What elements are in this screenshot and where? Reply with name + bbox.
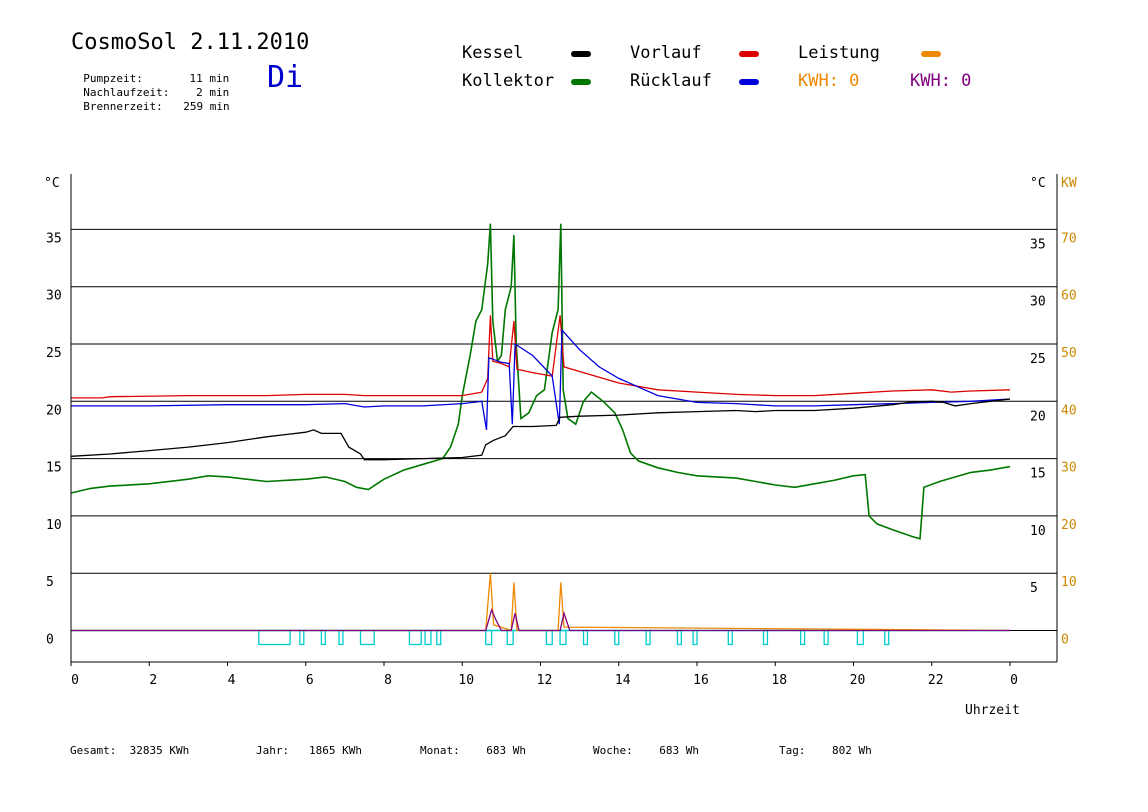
y-tick-label-right: 20 <box>1030 409 1046 424</box>
pump-interval <box>258 629 291 646</box>
footer-gesamt-label: Gesamt: <box>70 744 117 757</box>
y2-tick-label: 0 <box>1061 633 1069 648</box>
footer-tag: Tag: 802 Wh <box>779 744 872 757</box>
y-tick-label: 35 <box>46 231 62 246</box>
y2-axis-unit: KW <box>1061 176 1077 191</box>
pump-interval <box>408 629 422 646</box>
x-tick-label: 0 <box>71 673 79 688</box>
footer-tag-label: Tag: <box>779 744 806 757</box>
y2-tick-label: 50 <box>1061 346 1077 361</box>
y2-tick-label: 30 <box>1061 461 1077 476</box>
y-tick-label-right: 35 <box>1030 237 1046 252</box>
pump-interval <box>338 629 344 646</box>
y2-tick-label: 40 <box>1061 403 1077 418</box>
pump-interval <box>582 629 589 646</box>
x-tick-label: 0 <box>1010 673 1018 688</box>
x-tick-label: 10 <box>458 673 474 688</box>
series-line-kwh2 <box>71 607 1010 632</box>
pump-interval <box>506 629 514 646</box>
footer-jahr: Jahr: 1865 KWh <box>256 744 362 757</box>
y-tick-label-right: 30 <box>1030 295 1046 310</box>
footer-tag-value: 802 Wh <box>832 744 872 757</box>
footer-monat-label: Monat: <box>420 744 460 757</box>
y-tick-label-right: 10 <box>1030 524 1046 539</box>
x-axis-unit-label: Uhrzeit <box>965 703 1020 718</box>
y-tick-label: 20 <box>46 403 62 418</box>
pump-interval <box>545 629 553 646</box>
pump-interval <box>559 629 567 646</box>
pump-interval <box>823 629 829 646</box>
x-tick-label: 22 <box>928 673 944 688</box>
y-tick-label: 25 <box>46 346 62 361</box>
x-tick-label: 18 <box>771 673 787 688</box>
x-tick-label: 2 <box>149 673 157 688</box>
series-line-leistung <box>71 573 1011 632</box>
temperature-chart: 05 510 1015 1520 2025 2530 3035 350102030405060… <box>44 174 1077 718</box>
y2-tick-label: 20 <box>1061 518 1077 533</box>
y-tick-label: 30 <box>46 289 62 304</box>
pump-interval <box>485 629 493 646</box>
y2-tick-label: 10 <box>1061 575 1077 590</box>
pump-interval <box>436 629 442 646</box>
pump-interval <box>727 629 733 646</box>
y-tick-label-right: 5 <box>1030 581 1038 596</box>
x-tick-label: 4 <box>228 673 236 688</box>
x-tick-label: 6 <box>306 673 314 688</box>
footer-jahr-label: Jahr: <box>256 744 290 757</box>
footer-gesamt-value: 32835 KWh <box>129 744 190 757</box>
y-tick-label: 10 <box>46 518 62 533</box>
y-tick-label-right: 15 <box>1030 467 1046 482</box>
footer-monat-value: 683 Wh <box>486 744 526 757</box>
pump-interval <box>320 629 326 646</box>
footer-jahr-value: 1865 KWh <box>309 744 362 757</box>
footer-woche-label: Woche: <box>593 744 633 757</box>
series-line-ruecklauf <box>71 328 1011 431</box>
x-tick-label: 20 <box>850 673 866 688</box>
pump-interval <box>614 629 620 646</box>
pump-interval <box>884 629 890 646</box>
pump-interval <box>692 629 698 646</box>
pump-interval <box>424 629 432 646</box>
series-line-vorlauf <box>71 315 1011 399</box>
footer-gesamt: Gesamt: 32835 KWh <box>70 744 189 757</box>
pump-interval <box>800 629 806 646</box>
y-tick-label: 0 <box>46 633 54 648</box>
y-axis-unit-right: °C <box>1030 176 1046 191</box>
y-tick-label: 15 <box>46 461 62 476</box>
pump-interval <box>676 629 682 646</box>
series-line-kollektor <box>70 223 1011 540</box>
pump-interval <box>299 629 305 646</box>
y-tick-label-right: 25 <box>1030 352 1046 367</box>
y-axis-unit-left: °C <box>44 176 60 191</box>
footer-monat: Monat: 683 Wh <box>420 744 526 757</box>
series-line-kessel <box>70 398 1011 461</box>
x-tick-label: 16 <box>693 673 709 688</box>
x-tick-label: 14 <box>615 673 631 688</box>
pump-interval <box>856 629 864 646</box>
y2-tick-label: 60 <box>1061 289 1077 304</box>
x-tick-label: 8 <box>384 673 392 688</box>
pump-interval <box>762 629 769 646</box>
pump-interval <box>359 629 375 646</box>
footer-woche: Woche: 683 Wh <box>593 744 699 757</box>
x-tick-label: 12 <box>537 673 553 688</box>
y2-tick-label: 70 <box>1061 231 1077 246</box>
y-tick-label: 5 <box>46 575 54 590</box>
footer-woche-value: 683 Wh <box>659 744 699 757</box>
pump-interval <box>645 629 651 646</box>
